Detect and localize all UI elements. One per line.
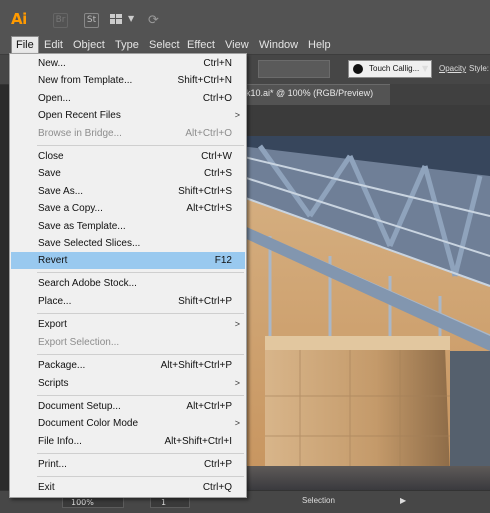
menu-item-package[interactable]: Package... Alt+Shift+Ctrl+P	[11, 357, 245, 374]
menu-item-save-as-template[interactable]: Save as Template...	[11, 218, 245, 235]
menu-item-new[interactable]: New... Ctrl+N	[11, 55, 245, 72]
document-tab[interactable]: k10.ai* @ 100% (RGB/Preview)	[232, 84, 390, 105]
menu-item-export[interactable]: Export >	[11, 316, 245, 333]
menu-item-open-recent[interactable]: Open Recent Files >	[11, 107, 245, 124]
chevron-down-icon[interactable]: ▼	[422, 64, 428, 73]
menu-item-save[interactable]: Save Ctrl+S	[11, 165, 245, 182]
menu-separator	[37, 453, 244, 454]
menu-separator	[37, 272, 244, 273]
tab-strip	[390, 84, 490, 105]
menu-separator	[37, 476, 244, 477]
file-menu-dropdown: New... Ctrl+N New from Template... Shift+C…	[9, 53, 247, 498]
menu-item-close[interactable]: Close Ctrl+W	[11, 148, 245, 165]
document-tab-title: k10.ai* @ 100% (RGB/Preview)	[246, 88, 374, 98]
current-tool-status: Selection	[302, 496, 335, 505]
illustrator-logo: Ai	[11, 10, 27, 28]
menu-item-scripts[interactable]: Scripts >	[11, 375, 245, 392]
brush-swatch-icon	[353, 64, 363, 74]
menu-item-open[interactable]: Open... Ctrl+O	[11, 90, 245, 107]
menu-item-new-from-template[interactable]: New from Template... Shift+Ctrl+N	[11, 72, 245, 89]
menu-item-save-a-copy[interactable]: Save a Copy... Alt+Ctrl+S	[11, 200, 245, 217]
opacity-link[interactable]: Opacity	[439, 64, 466, 73]
menu-item-browse-in-bridge: Browse in Bridge... Alt+Ctrl+O	[38, 128, 232, 139]
menu-separator	[37, 145, 244, 146]
submenu-arrow-icon: >	[234, 418, 240, 428]
menu-help[interactable]: Help	[304, 37, 335, 53]
menu-separator	[37, 395, 244, 396]
menu-edit[interactable]: Edit	[40, 37, 67, 53]
menu-view[interactable]: View	[221, 37, 253, 53]
menu-object[interactable]: Object	[69, 37, 109, 53]
status-arrow-icon[interactable]: ▶	[400, 496, 406, 505]
submenu-arrow-icon: >	[234, 378, 240, 388]
submenu-arrow-icon: >	[234, 319, 240, 329]
stroke-weight-field[interactable]	[258, 60, 330, 78]
app-bar: Ai Br St ▼ ⟳	[0, 0, 490, 36]
brush-definition-dropdown[interactable]: Touch Callig...	[348, 60, 432, 78]
menu-type[interactable]: Type	[111, 37, 143, 53]
menu-item-save-selected-slices[interactable]: Save Selected Slices...	[11, 235, 245, 252]
menu-item-document-color-mode[interactable]: Document Color Mode >	[11, 415, 245, 432]
menu-window[interactable]: Window	[255, 37, 302, 53]
bridge-icon[interactable]: Br	[53, 13, 68, 28]
menu-item-place[interactable]: Place... Shift+Ctrl+P	[11, 293, 245, 310]
menu-item-search-adobe-stock[interactable]: Search Adobe Stock...	[11, 275, 245, 292]
menu-separator	[37, 354, 244, 355]
submenu-arrow-icon: >	[234, 110, 240, 120]
menu-item-document-setup[interactable]: Document Setup... Alt+Ctrl+P	[11, 398, 245, 415]
chevron-down-icon[interactable]: ▼	[128, 14, 134, 23]
workspace-layout-icon[interactable]	[110, 14, 122, 24]
menu-effect[interactable]: Effect	[183, 37, 219, 53]
menu-item-exit[interactable]: Exit Ctrl+Q	[11, 479, 245, 496]
bridge-photo	[240, 136, 490, 490]
menu-item-revert[interactable]: Revert F12	[11, 252, 245, 269]
menu-file[interactable]: File	[11, 36, 39, 54]
menu-item-export-selection: Export Selection...	[38, 337, 120, 348]
menu-item-save-as[interactable]: Save As... Shift+Ctrl+S	[11, 183, 245, 200]
sync-icon[interactable]: ⟳	[148, 13, 159, 28]
stock-icon[interactable]: St	[84, 13, 99, 28]
menu-item-print[interactable]: Print... Ctrl+P	[11, 456, 245, 473]
menu-select[interactable]: Select	[145, 37, 184, 53]
menu-item-file-info[interactable]: File Info... Alt+Shift+Ctrl+I	[11, 433, 245, 450]
style-label: Style:	[469, 64, 490, 73]
menu-separator	[37, 313, 244, 314]
brush-label: Touch Callig...	[369, 64, 420, 73]
artboard-image[interactable]	[240, 136, 490, 490]
